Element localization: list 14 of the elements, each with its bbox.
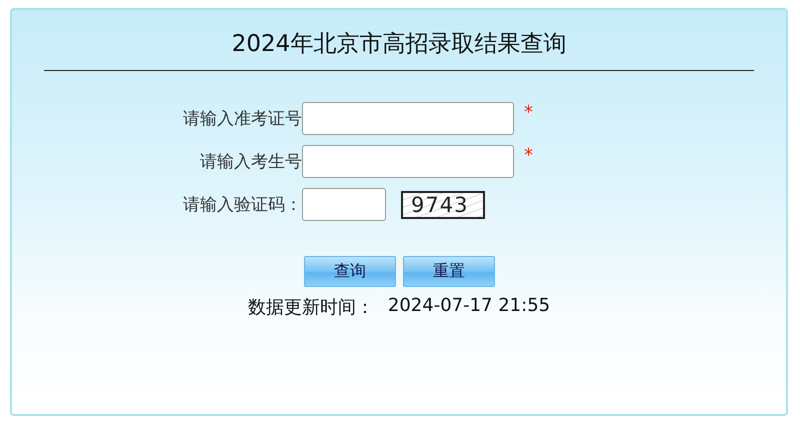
input-field[interactable] xyxy=(302,102,514,135)
input-field[interactable] xyxy=(302,188,386,221)
field-label: 请输入考生号 xyxy=(199,151,302,173)
captcha-image: 9743 xyxy=(401,190,485,218)
required-mark: * xyxy=(524,102,533,123)
field-label: 请输入验证码： xyxy=(182,194,302,216)
form-button[interactable]: 重置 xyxy=(403,256,495,287)
form-button[interactable]: 查询 xyxy=(304,256,396,287)
update-label: 数据更新时间： xyxy=(248,296,374,319)
page-title: 2024年北京市高招录取结果查询 xyxy=(230,30,568,58)
field-label: 请输入准考证号 xyxy=(182,108,302,130)
update-time: 2024-07-17 21:55 xyxy=(388,295,550,318)
required-mark: * xyxy=(524,145,533,166)
input-field[interactable] xyxy=(302,145,514,178)
